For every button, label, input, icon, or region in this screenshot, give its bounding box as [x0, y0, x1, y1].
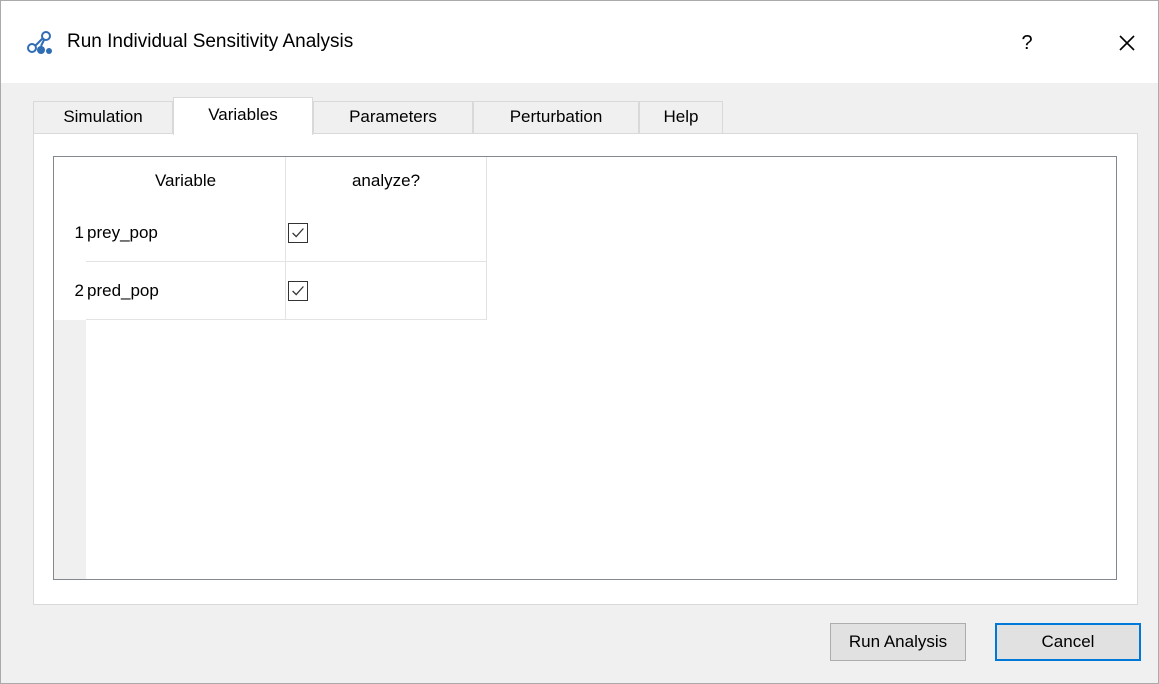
help-button[interactable]: ? — [1007, 23, 1047, 63]
table-cell-analyze[interactable] — [286, 262, 487, 320]
close-icon[interactable] — [1107, 23, 1147, 63]
column-header-analyze[interactable]: analyze? — [286, 157, 487, 204]
tab-parameters[interactable]: Parameters — [313, 101, 473, 133]
cancel-button[interactable]: Cancel — [995, 623, 1141, 661]
tab-perturbation[interactable]: Perturbation — [473, 101, 639, 133]
window-title: Run Individual Sensitivity Analysis — [67, 31, 354, 52]
variables-table[interactable]: Variable analyze? 1 prey_pop 2 pred_pop — [53, 156, 1117, 580]
tab-variables[interactable]: Variables — [173, 97, 313, 135]
analyze-checkbox[interactable] — [288, 281, 308, 301]
table-corner — [54, 157, 86, 204]
sensitivity-dialog: Run Individual Sensitivity Analysis ? Si… — [0, 0, 1159, 684]
row-number[interactable]: 1 — [54, 204, 86, 262]
network-nodes-icon — [27, 31, 52, 54]
run-analysis-button[interactable]: Run Analysis — [830, 623, 966, 661]
tab-simulation[interactable]: Simulation — [33, 101, 173, 133]
tab-help[interactable]: Help — [639, 101, 723, 133]
row-number[interactable]: 2 — [54, 262, 86, 320]
table-cell-variable[interactable]: pred_pop — [86, 262, 286, 320]
tab-label: Perturbation — [509, 107, 603, 126]
table-cell-variable[interactable]: prey_pop — [86, 204, 286, 262]
tab-label: Help — [663, 107, 699, 126]
table-cell-analyze[interactable] — [286, 204, 487, 262]
title-bar: Run Individual Sensitivity Analysis ? — [1, 1, 1158, 83]
analyze-checkbox[interactable] — [288, 223, 308, 243]
tab-label: Simulation — [63, 107, 143, 126]
column-header-label: analyze? — [351, 171, 421, 190]
tab-label: Parameters — [349, 107, 437, 126]
column-header-label: Variable — [154, 171, 217, 190]
column-header-variable[interactable]: Variable — [86, 157, 286, 204]
tab-label: Variables — [208, 105, 278, 124]
